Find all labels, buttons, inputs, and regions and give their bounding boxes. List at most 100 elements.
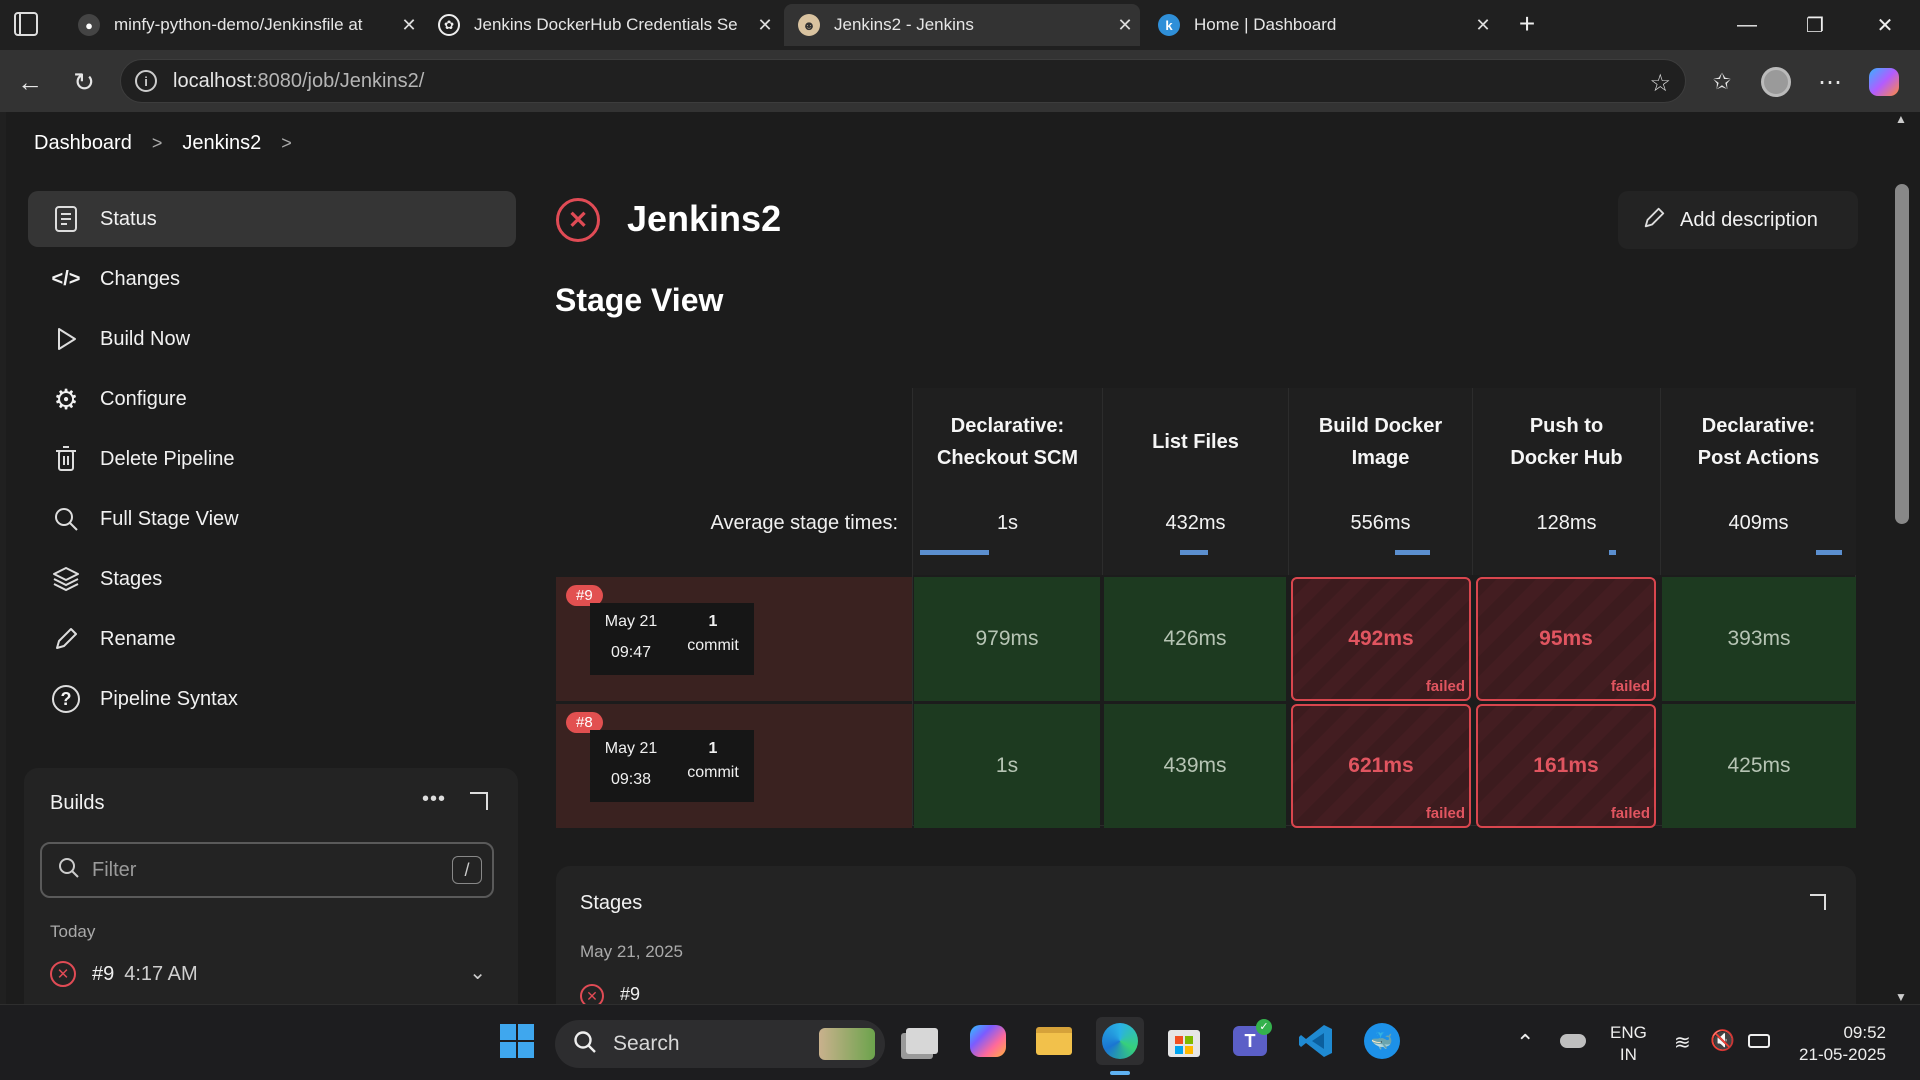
- scroll-up-icon[interactable]: ▲: [1895, 112, 1907, 126]
- search-icon: [573, 1030, 597, 1059]
- builds-filter-input[interactable]: Filter /: [40, 842, 494, 898]
- sidebar-item-status[interactable]: Status: [28, 191, 516, 247]
- stages-panel-run[interactable]: #9: [620, 984, 640, 1004]
- tab-github[interactable]: ● minfy-python-demo/Jenkinsfile at ✕: [64, 4, 424, 46]
- stage-cell-failed[interactable]: 95ms failed: [1476, 577, 1656, 701]
- address-bar[interactable]: i localhost:8080/job/Jenkins2/ ☆: [120, 59, 1686, 103]
- close-window-button[interactable]: ✕: [1860, 8, 1910, 42]
- sidebar-item-label: Delete Pipeline: [100, 447, 235, 470]
- close-icon[interactable]: ✕: [750, 15, 780, 36]
- status-icon: [50, 203, 82, 235]
- sidebar-item-label: Status: [100, 207, 157, 230]
- sidebar-item-delete-pipeline[interactable]: Delete Pipeline: [28, 431, 516, 487]
- run-commit-box[interactable]: 1 commit: [672, 730, 754, 802]
- scrollbar-thumb[interactable]: [1895, 184, 1909, 524]
- stage-cell-failed[interactable]: 621ms failed: [1291, 704, 1471, 828]
- run-row-header[interactable]: #8 May 21 09:38 1 commit: [556, 704, 912, 828]
- filter-placeholder: Filter: [92, 858, 137, 881]
- stage-cell[interactable]: 979ms: [914, 577, 1100, 701]
- taskbar-search-box[interactable]: Search: [555, 1020, 885, 1068]
- close-icon[interactable]: ✕: [1468, 15, 1498, 36]
- more-options-icon[interactable]: •••: [422, 788, 446, 811]
- k-icon: k: [1158, 14, 1180, 36]
- file-explorer-icon[interactable]: [1030, 1017, 1078, 1065]
- stage-duration: 439ms: [1163, 754, 1227, 777]
- page-scrollbar[interactable]: ▲ ▼: [1894, 112, 1920, 1004]
- chevron-right-icon[interactable]: >: [281, 133, 292, 154]
- chevron-down-icon[interactable]: ⌄: [469, 960, 486, 985]
- more-menu-icon[interactable]: ⋯: [1812, 64, 1848, 100]
- stage-cell[interactable]: 426ms: [1104, 577, 1286, 701]
- close-icon[interactable]: ✕: [1110, 15, 1140, 36]
- stage-cell-failed[interactable]: 161ms failed: [1476, 704, 1656, 828]
- edge-browser-icon[interactable]: [1096, 1017, 1144, 1065]
- scroll-down-icon[interactable]: ▼: [1895, 990, 1907, 1004]
- taskbar-search-label: Search: [613, 1032, 680, 1055]
- tab-openai[interactable]: ✿ Jenkins DockerHub Credentials Se ✕: [424, 4, 780, 46]
- tab-title: Jenkins2 - Jenkins: [834, 15, 974, 34]
- browser-tab-strip: ● minfy-python-demo/Jenkinsfile at ✕ ✿ J…: [0, 0, 1920, 50]
- speaker-muted-icon[interactable]: 🔇: [1710, 1028, 1735, 1053]
- m365-icon[interactable]: [964, 1017, 1012, 1065]
- run-commit-box[interactable]: 1 commit: [672, 603, 754, 675]
- clock[interactable]: 09:52 21-05-2025: [1796, 1022, 1886, 1066]
- new-tab-button[interactable]: +: [1510, 8, 1544, 42]
- tab-title: minfy-python-demo/Jenkinsfile at: [114, 15, 363, 34]
- reload-button[interactable]: ↻: [66, 64, 102, 100]
- tab-actions-divider: [19, 14, 21, 34]
- sidebar-item-stages[interactable]: Stages: [28, 551, 516, 607]
- tab-dashboard[interactable]: k Home | Dashboard ✕: [1144, 4, 1498, 46]
- close-icon[interactable]: ✕: [394, 15, 424, 36]
- sidebar-item-pipeline-syntax[interactable]: ? Pipeline Syntax: [28, 671, 516, 727]
- copilot-icon[interactable]: [1866, 64, 1902, 100]
- url-text[interactable]: localhost:8080/job/Jenkins2/: [173, 70, 424, 93]
- breadcrumb-dashboard[interactable]: Dashboard: [34, 132, 132, 155]
- sidebar-item-changes[interactable]: </> Changes: [28, 251, 516, 307]
- run-time: 09:47: [610, 644, 652, 661]
- run-row-header[interactable]: #9 May 21 09:47 1 commit: [556, 577, 912, 701]
- sidebar-item-full-stage-view[interactable]: Full Stage View: [28, 491, 516, 547]
- windows-start-icon[interactable]: [493, 1017, 541, 1065]
- run-date: May 21: [604, 613, 658, 630]
- stage-cell-failed[interactable]: 492ms failed: [1291, 577, 1471, 701]
- sidebar-item-label: Stages: [100, 567, 163, 590]
- stage-header-line: Build Docker: [1318, 414, 1443, 437]
- restore-button[interactable]: ❐: [1790, 8, 1840, 42]
- minimize-button[interactable]: —: [1722, 8, 1772, 42]
- stage-cell[interactable]: 1s: [914, 704, 1100, 828]
- tab-actions-icon[interactable]: [14, 12, 38, 36]
- stage-cell[interactable]: 393ms: [1662, 577, 1856, 701]
- site-info-icon[interactable]: i: [135, 70, 157, 92]
- expand-icon[interactable]: [1810, 894, 1826, 910]
- sidebar-item-rename[interactable]: Rename: [28, 611, 516, 667]
- sidebar-item-configure[interactable]: ⚙ Configure: [28, 371, 516, 427]
- onedrive-icon[interactable]: [1560, 1034, 1586, 1048]
- sidebar-item-build-now[interactable]: Build Now: [28, 311, 516, 367]
- wifi-icon[interactable]: ≋: [1674, 1030, 1691, 1055]
- stage-cell[interactable]: 439ms: [1104, 704, 1286, 828]
- commit-label: commit: [687, 764, 739, 781]
- teams-icon[interactable]: T ✓: [1226, 1017, 1274, 1065]
- breadcrumb-jenkins2[interactable]: Jenkins2: [182, 132, 261, 155]
- teams-status-icon: ✓: [1256, 1019, 1272, 1035]
- expand-icon[interactable]: [470, 792, 488, 810]
- tray-overflow-icon[interactable]: ⌃: [1516, 1030, 1534, 1056]
- vscode-icon[interactable]: [1292, 1017, 1340, 1065]
- tab-jenkins2[interactable]: ☻ Jenkins2 - Jenkins ✕: [784, 4, 1140, 46]
- language-indicator[interactable]: ENG IN: [1610, 1022, 1647, 1066]
- battery-icon[interactable]: [1748, 1034, 1770, 1048]
- back-button[interactable]: ←: [12, 64, 48, 100]
- add-description-button[interactable]: Add description: [1618, 191, 1858, 249]
- profile-avatar[interactable]: [1758, 64, 1794, 100]
- failed-label: failed: [1610, 678, 1650, 695]
- stage-cell[interactable]: 425ms: [1662, 704, 1856, 828]
- docker-icon[interactable]: 🐳: [1358, 1017, 1406, 1065]
- microsoft-store-icon[interactable]: [1160, 1017, 1208, 1065]
- stage-header-push-docker-hub: Push to Docker Hub: [1472, 388, 1660, 495]
- stage-duration: 621ms: [1348, 754, 1414, 777]
- avg-time-value: 1s: [996, 512, 1019, 534]
- build-list-item[interactable]: ✕ #9 4:17 AM ⌄: [50, 956, 490, 992]
- favorite-star-icon[interactable]: ☆: [1649, 69, 1671, 98]
- favorites-icon[interactable]: ✩: [1704, 64, 1740, 100]
- task-view-icon[interactable]: [898, 1017, 946, 1065]
